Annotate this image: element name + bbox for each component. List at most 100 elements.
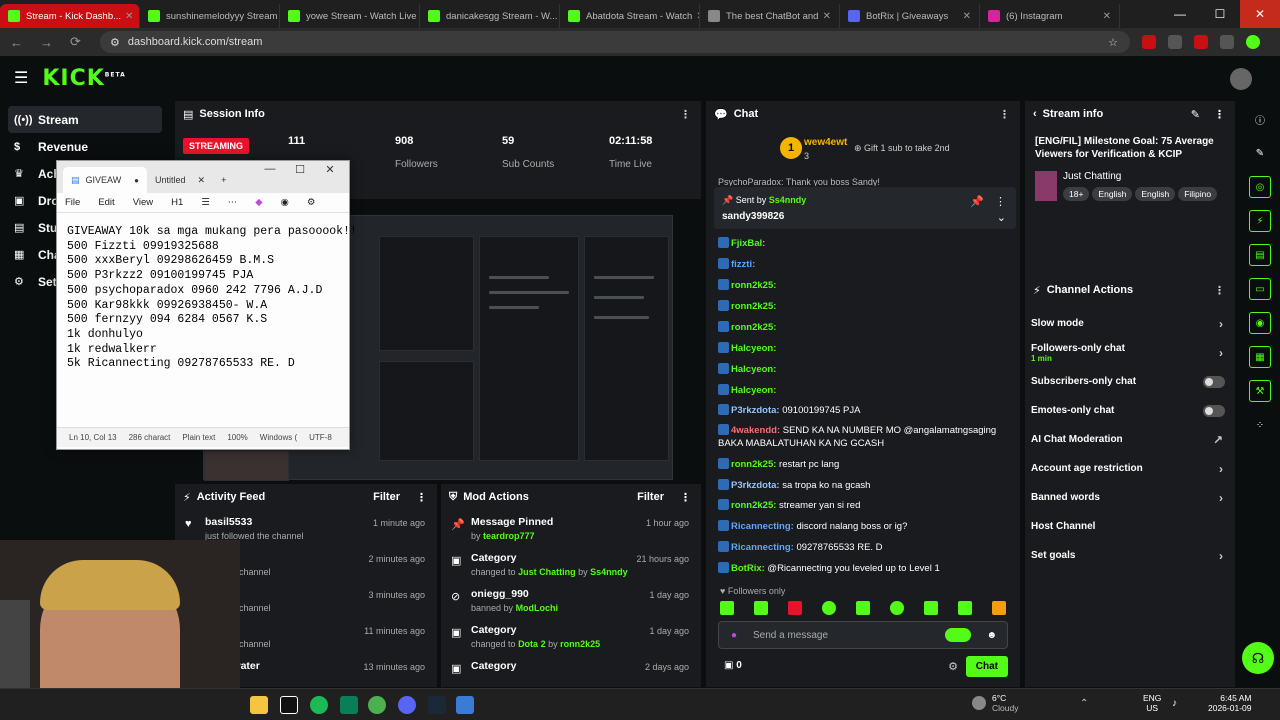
mic-icon[interactable]: ●: [731, 630, 737, 641]
maximize-icon[interactable]: ☐: [1200, 0, 1240, 28]
browser-tab[interactable]: yowe Stream - Watch Live✕: [280, 4, 420, 28]
wrench-icon[interactable]: ⚒: [1249, 380, 1271, 402]
sidebar-item-stream[interactable]: ((•)) Stream: [8, 106, 162, 133]
account-icon[interactable]: ◉: [281, 197, 289, 208]
chat-username[interactable]: ronn2k25:: [731, 459, 776, 470]
volume-icon[interactable]: ♪: [1172, 698, 1177, 709]
menu-view[interactable]: View: [133, 197, 153, 208]
more-icon[interactable]: ⋮: [1214, 284, 1225, 297]
extension-icon[interactable]: [1194, 35, 1208, 49]
chat-username[interactable]: FjixBal:: [731, 238, 765, 249]
info-icon[interactable]: ⓘ: [1249, 108, 1271, 130]
discord-icon[interactable]: [398, 696, 416, 714]
profile-icon[interactable]: [1246, 35, 1260, 49]
back-icon[interactable]: ←: [10, 35, 30, 50]
menu-file[interactable]: File: [65, 197, 80, 208]
reload-icon[interactable]: ⟳: [70, 34, 90, 50]
file-explorer-icon[interactable]: [250, 696, 268, 714]
emote-picker-icon[interactable]: [945, 628, 971, 642]
list-icon[interactable]: ▤: [1249, 244, 1271, 266]
account-age-row[interactable]: Account age restriction ›: [1025, 454, 1235, 483]
minimize-icon[interactable]: —: [255, 163, 285, 176]
steam-icon[interactable]: [428, 696, 446, 714]
chat-username[interactable]: Ricannecting:: [731, 521, 794, 532]
chat-username[interactable]: BotRix:: [731, 563, 765, 574]
emote-icon[interactable]: [754, 601, 768, 615]
clock[interactable]: 6:45 AM 2026-01-09: [1208, 693, 1251, 713]
url-bar[interactable]: ⚙ dashboard.kick.com/stream ☆: [100, 31, 1130, 53]
chrome-icon[interactable]: [368, 696, 386, 714]
new-tab-button[interactable]: +: [213, 167, 234, 193]
list-icon[interactable]: ☰: [201, 197, 210, 208]
more-icon[interactable]: ⋮: [416, 491, 427, 504]
emote-icon[interactable]: [890, 601, 904, 615]
heading-dropdown[interactable]: H1: [171, 197, 183, 208]
emote-icon[interactable]: [822, 601, 836, 615]
more-icon[interactable]: ⋯: [228, 197, 238, 208]
maximize-icon[interactable]: ☐: [285, 163, 315, 176]
browser-tab[interactable]: BotRix | Giveaways ✕: [840, 4, 980, 28]
chat-username[interactable]: ronn2k25:: [731, 280, 776, 291]
more-icon[interactable]: ⋮: [680, 108, 691, 121]
close-icon[interactable]: ✕: [121, 11, 133, 22]
chat-icon[interactable]: ▭: [1249, 278, 1271, 300]
weather-widget[interactable]: 6°C Cloudy: [992, 693, 1018, 713]
chat-username[interactable]: 4wakendd:: [731, 425, 780, 436]
chat-username[interactable]: ronn2k25:: [731, 301, 776, 312]
chat-username[interactable]: P3rkzdota:: [731, 480, 780, 491]
tiktok-icon[interactable]: [280, 696, 298, 714]
site-info-icon[interactable]: ⚙: [110, 36, 120, 49]
capture-icon[interactable]: ◎: [1249, 176, 1271, 198]
filter-button[interactable]: Filter: [637, 491, 664, 503]
more-icon[interactable]: ⋮: [1214, 108, 1225, 121]
browser-tab[interactable]: sunshinemelodyyy Stream✕: [140, 4, 280, 28]
chat-username[interactable]: P3rkzdota:: [731, 405, 780, 416]
emotes-only-toggle[interactable]: [1203, 404, 1225, 417]
avatar[interactable]: [1230, 68, 1252, 90]
unpin-icon[interactable]: 📌: [970, 195, 984, 208]
gear-icon[interactable]: ⚙: [307, 197, 316, 208]
emote-icon[interactable]: [788, 601, 802, 615]
chat-username[interactable]: Halcyeon:: [731, 364, 776, 375]
chat-username[interactable]: Ricannecting:: [731, 542, 794, 553]
extension-icon[interactable]: [1168, 35, 1182, 49]
gift-sub-button[interactable]: ⊕ Gift 1 sub to take 2nd: [854, 143, 950, 154]
bookmark-star-icon[interactable]: ☆: [1108, 36, 1118, 49]
chat-username[interactable]: fizzti:: [731, 259, 755, 270]
notepad-text-area[interactable]: GIVEAWAY 10k sa mga mukang pera pasooook…: [57, 213, 357, 427]
broadcast-icon[interactable]: ◉: [1249, 312, 1271, 334]
ai-moderation-row[interactable]: AI Chat Moderation ↗: [1025, 425, 1235, 454]
forward-icon[interactable]: →: [40, 35, 60, 50]
bolt-icon[interactable]: ⚡: [1249, 210, 1271, 232]
slow-mode-row[interactable]: Slow mode ›: [1025, 309, 1235, 338]
menu-edit[interactable]: Edit: [98, 197, 114, 208]
browser-tab[interactable]: Abatdota Stream - Watch✕: [560, 4, 700, 28]
notepad-icon[interactable]: [456, 696, 474, 714]
chat-username[interactable]: ronn2k25:: [731, 322, 776, 333]
copilot-icon[interactable]: ◆: [255, 197, 262, 208]
emote-icon[interactable]: [924, 601, 938, 615]
apps-icon[interactable]: ⁘: [1249, 414, 1271, 436]
close-icon[interactable]: ✕: [692, 11, 699, 22]
minimize-icon[interactable]: —: [1160, 0, 1200, 28]
language-indicator[interactable]: ENG US: [1143, 693, 1161, 713]
edit-icon[interactable]: ✎: [1249, 142, 1271, 164]
support-button[interactable]: ☊: [1242, 642, 1274, 674]
chevron-left-icon[interactable]: ‹: [1033, 108, 1037, 120]
menu-icon[interactable]: ☰: [14, 68, 28, 88]
followers-only-row[interactable]: Followers-only chat 1 min ›: [1025, 338, 1235, 367]
extension-icon[interactable]: [1220, 35, 1234, 49]
layout-icon[interactable]: ▦: [1249, 346, 1271, 368]
close-icon[interactable]: ✕: [959, 11, 971, 22]
sidebar-item-revenue[interactable]: $ Revenue: [0, 133, 170, 160]
chat-username[interactable]: Halcyeon:: [731, 385, 776, 396]
browser-tab[interactable]: Stream - Kick Dashb... ✕: [0, 4, 140, 28]
chat-input[interactable]: ● Send a message ☻: [718, 621, 1008, 649]
host-channel-row[interactable]: Host Channel: [1025, 512, 1235, 541]
kick-logo[interactable]: KICKBETA: [42, 66, 125, 91]
send-chat-button[interactable]: Chat: [965, 656, 1008, 677]
app-icon[interactable]: [340, 696, 358, 714]
close-icon[interactable]: ✕: [1099, 11, 1111, 22]
more-icon[interactable]: ⋮: [999, 108, 1010, 121]
close-window-icon[interactable]: ✕: [315, 163, 345, 176]
